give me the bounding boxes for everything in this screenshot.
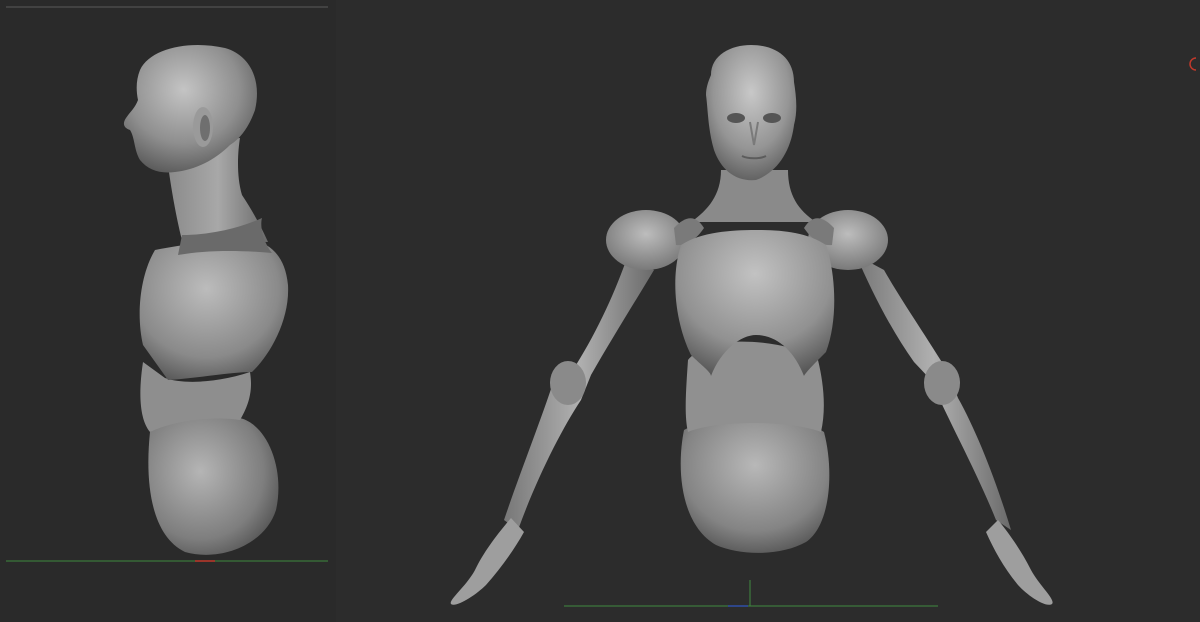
front-viewport-canvas[interactable] (336, 0, 1200, 622)
front-viewport[interactable] (336, 0, 1200, 622)
front-gizmo-indicator[interactable] (1189, 57, 1197, 71)
front-right-eye (763, 113, 781, 123)
side-pelvis (148, 415, 279, 555)
front-right-hand (986, 520, 1053, 605)
side-viewport-canvas[interactable] (0, 0, 336, 622)
front-left-eye (727, 113, 745, 123)
front-left-shoulder (606, 210, 686, 270)
sculpt-app (0, 0, 1200, 622)
side-chest (139, 240, 289, 380)
side-ear-inner (200, 115, 210, 141)
front-left-hand (450, 518, 524, 605)
side-viewport[interactable] (0, 0, 336, 622)
front-right-elbow (924, 361, 960, 405)
front-pelvis (680, 418, 830, 553)
front-head (706, 45, 797, 181)
front-left-elbow (550, 361, 586, 405)
